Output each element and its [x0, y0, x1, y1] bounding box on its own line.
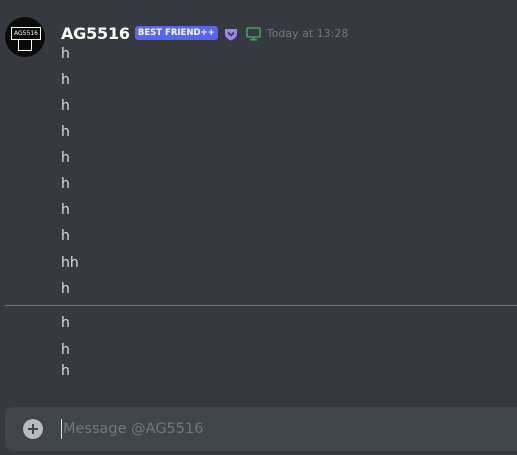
message-text: hh: [61, 255, 79, 271]
desktop-icon: [245, 26, 261, 41]
avatar-sign-text: AG5516: [11, 27, 41, 40]
message-header: AG5516 BEST FRIEND++ Today at 13:28: [61, 22, 348, 44]
message-composer: [5, 407, 517, 451]
message-text: h: [61, 98, 70, 114]
avatar[interactable]: AG5516: [5, 17, 45, 57]
message-text: h: [61, 72, 70, 88]
message-text: h: [61, 202, 70, 218]
message-text: h: [61, 342, 70, 358]
username[interactable]: AG5516: [61, 24, 130, 43]
message-text: h: [61, 228, 70, 244]
add-attachment-button[interactable]: [23, 419, 43, 439]
bot-tag: BEST FRIEND++: [134, 26, 218, 40]
message-text: h: [61, 124, 70, 140]
message-text: h: [61, 150, 70, 166]
message-text: h: [61, 176, 70, 192]
avatar-sign-post: [18, 40, 32, 51]
text-caret: [61, 419, 62, 439]
chat-area: AG5516 AG5516 BEST FRIEND++ Today at 13:…: [0, 0, 517, 455]
message-text: h: [61, 363, 70, 379]
new-messages-divider: [5, 305, 517, 306]
timestamp: Today at 13:28: [266, 26, 349, 40]
message-input[interactable]: [63, 418, 493, 440]
message-text: h: [61, 46, 70, 62]
message-text: h: [61, 281, 70, 297]
nitro-shield-icon: [224, 26, 238, 41]
message-text: h: [61, 315, 70, 331]
